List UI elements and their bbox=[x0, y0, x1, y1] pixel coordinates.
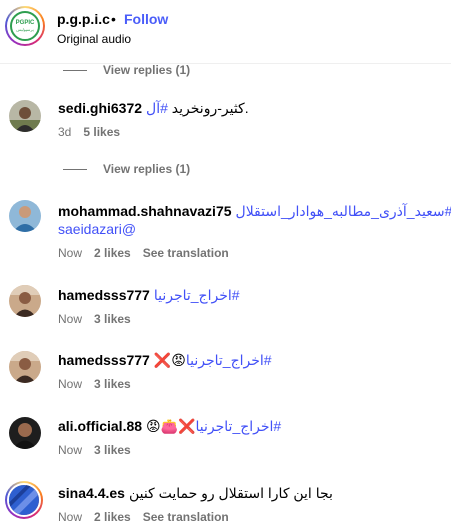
post-author-username[interactable]: p.g.p.i.c bbox=[57, 11, 110, 27]
see-translation-button[interactable]: See translation bbox=[143, 246, 229, 260]
divider-line bbox=[63, 69, 87, 71]
hashtag-link[interactable]: #اخراج_تاجرنیا bbox=[154, 287, 240, 303]
follow-button[interactable]: Follow bbox=[124, 11, 168, 27]
comment-time[interactable]: 3d bbox=[58, 125, 71, 139]
likes-count[interactable]: 2 likes bbox=[94, 510, 131, 524]
comment-username[interactable]: hamedsss777 bbox=[58, 287, 150, 303]
emoji-reaction: ❌👛😡 bbox=[146, 418, 196, 434]
view-replies-button[interactable]: View replies (1) bbox=[63, 161, 190, 177]
comment-time[interactable]: Now bbox=[58, 377, 82, 391]
avatar[interactable] bbox=[9, 285, 41, 317]
likes-count[interactable]: 5 likes bbox=[83, 125, 120, 139]
likes-count[interactable]: 2 likes bbox=[94, 246, 131, 260]
avatar[interactable] bbox=[9, 351, 41, 383]
likes-count[interactable]: 3 likes bbox=[94, 443, 131, 457]
avatar[interactable] bbox=[5, 481, 43, 519]
hashtag-link[interactable]: #آل bbox=[146, 100, 168, 116]
hashtag-link[interactable]: #سعید_آذری_مطالبه_هوادار_استقلال bbox=[236, 203, 451, 219]
comment-text: بجا این کارا استقلال رو حمایت کنین bbox=[128, 485, 333, 501]
comment-time[interactable]: Now bbox=[58, 246, 82, 260]
comment-username[interactable]: ali.official.88 bbox=[58, 418, 142, 434]
comment-username[interactable]: mohammad.shahnavazi75 bbox=[58, 203, 232, 219]
avatar[interactable] bbox=[9, 200, 41, 232]
hashtag-link[interactable]: #اخراج_تاجرنیا bbox=[186, 352, 272, 368]
separator-dot: • bbox=[111, 11, 116, 27]
comment-username[interactable]: sedi.ghi6372 bbox=[58, 100, 142, 116]
comment-time[interactable]: Now bbox=[58, 312, 82, 326]
audio-label[interactable]: Original audio bbox=[57, 32, 131, 46]
comment-username[interactable]: sina4.4.es bbox=[58, 485, 125, 501]
mention-link[interactable]: saeidazari@ bbox=[58, 221, 136, 237]
comment-username[interactable]: hamedsss777 bbox=[58, 352, 150, 368]
avatar[interactable] bbox=[9, 417, 41, 449]
comment-text: .کثیر-رونخرید bbox=[171, 100, 249, 116]
view-replies-button[interactable]: View replies (1) bbox=[63, 62, 190, 78]
likes-count[interactable]: 3 likes bbox=[94, 312, 131, 326]
see-translation-button[interactable]: See translation bbox=[143, 510, 229, 524]
comment-time[interactable]: Now bbox=[58, 510, 82, 524]
comment-time[interactable]: Now bbox=[58, 443, 82, 457]
divider-line bbox=[63, 168, 87, 170]
emoji-reaction: 😡❌ bbox=[153, 352, 186, 368]
avatar[interactable] bbox=[9, 100, 41, 132]
likes-count[interactable]: 3 likes bbox=[94, 377, 131, 391]
hashtag-link[interactable]: #اخراج_تاجرنیا bbox=[196, 418, 282, 434]
club-logo-icon: PGPIC پرسپولیس bbox=[10, 11, 40, 41]
post-header: PGPIC پرسپولیس p.g.p.i.c • Follow Origin… bbox=[0, 0, 451, 64]
post-author-avatar[interactable]: PGPIC پرسپولیس bbox=[5, 6, 45, 46]
